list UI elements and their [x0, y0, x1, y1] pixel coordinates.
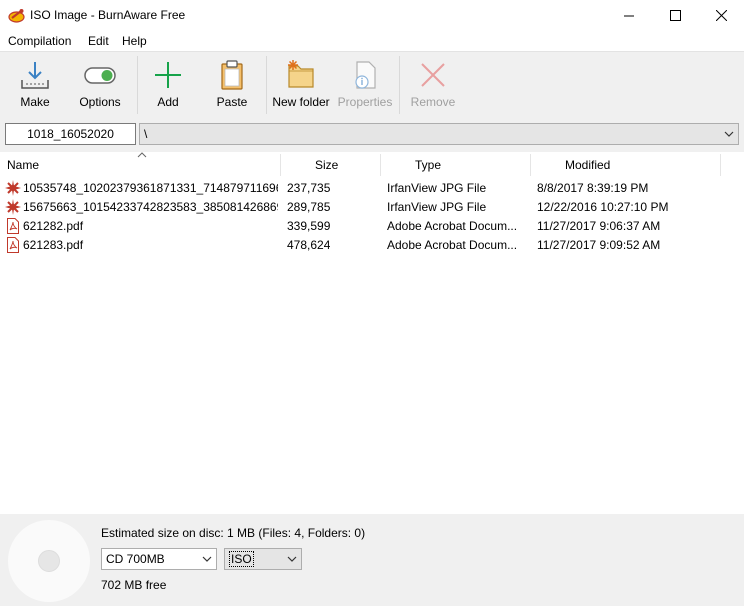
file-row[interactable]: 621282.pdf 339,599 Adobe Acrobat Docum..… [0, 216, 744, 235]
file-list[interactable]: Name Size Type Modified 10535748_1020237… [0, 152, 744, 514]
column-header-type[interactable]: Type [415, 158, 441, 172]
file-row[interactable]: 15675663_10154233742823583_3850814268694… [0, 197, 744, 216]
file-name: 621283.pdf [23, 238, 84, 252]
column-header-size[interactable]: Size [315, 158, 338, 172]
add-button[interactable]: Add [146, 52, 190, 118]
file-type: IrfanView JPG File [387, 181, 487, 195]
make-button[interactable]: Make [12, 52, 58, 118]
image-format-select[interactable]: ISO [224, 548, 302, 570]
remove-label: Remove [410, 95, 456, 109]
disc-icon [8, 520, 90, 602]
chevron-down-icon [202, 556, 212, 562]
file-row[interactable]: 10535748_10202379361871331_7148797116966… [0, 178, 744, 197]
file-name: 15675663_10154233742823583_3850814268694… [23, 200, 278, 214]
add-label: Add [157, 95, 179, 109]
file-modified: 8/8/2017 8:39:19 PM [537, 181, 649, 195]
column-header-modified[interactable]: Modified [565, 158, 610, 172]
paste-clipboard-icon [221, 60, 243, 90]
toolbar-separator [266, 56, 267, 114]
file-type: IrfanView JPG File [387, 200, 487, 214]
options-toggle-icon [84, 67, 116, 84]
pdf-file-icon [7, 218, 19, 234]
column-divider[interactable] [280, 154, 281, 176]
menu-edit[interactable]: Edit [88, 34, 109, 48]
maximize-button[interactable] [652, 0, 698, 31]
free-space-text: 702 MB free [101, 578, 167, 592]
menu-compilation[interactable]: Compilation [8, 34, 71, 48]
toolbar-separator [399, 56, 400, 114]
close-icon [715, 10, 727, 21]
properties-button[interactable]: Properties [336, 52, 394, 118]
file-size: 289,785 [287, 200, 331, 214]
remove-x-icon [421, 63, 445, 87]
file-modified: 11/27/2017 9:09:52 AM [537, 238, 661, 252]
path-combobox[interactable]: \ [139, 123, 739, 145]
list-header: Name Size Type Modified [0, 152, 744, 178]
jpg-file-icon [5, 199, 21, 215]
properties-icon [355, 61, 376, 89]
column-divider[interactable] [720, 154, 721, 176]
image-format-value: ISO [229, 551, 254, 567]
pdf-file-icon [7, 237, 19, 253]
title-bar: ISO Image - BurnAware Free [0, 0, 744, 31]
file-modified: 12/22/2016 10:27:10 PM [537, 200, 669, 214]
add-plus-icon [155, 62, 181, 88]
remove-button[interactable]: Remove [408, 52, 458, 118]
new-folder-icon [288, 60, 314, 88]
make-label: Make [20, 95, 50, 109]
jpg-file-icon [5, 180, 21, 196]
file-size: 339,599 [287, 219, 331, 233]
menu-bar: Compilation Edit Help [0, 31, 744, 51]
new-folder-button[interactable]: New folder [272, 52, 330, 118]
maximize-icon [669, 10, 681, 21]
address-bar: 1018_16052020 \ [0, 118, 744, 152]
window-title: ISO Image - BurnAware Free [30, 8, 186, 22]
toolbar: Make Options Add Paste New folder Proper… [0, 51, 744, 118]
path-value: \ [144, 127, 148, 141]
chevron-down-icon [724, 131, 734, 137]
toolbar-separator [137, 56, 138, 114]
options-label: Options [79, 95, 121, 109]
disc-type-select[interactable]: CD 700MB [101, 548, 217, 570]
estimated-size-text: Estimated size on disc: 1 MB (Files: 4, … [101, 526, 366, 540]
column-divider[interactable] [530, 154, 531, 176]
file-row[interactable]: 621283.pdf 478,624 Adobe Acrobat Docum..… [0, 235, 744, 254]
file-name: 10535748_10202379361871331_7148797116966… [23, 181, 278, 195]
status-panel: Estimated size on disc: 1 MB (Files: 4, … [0, 514, 744, 606]
paste-label: Paste [216, 95, 248, 109]
file-modified: 11/27/2017 9:06:37 AM [537, 219, 661, 233]
disc-label-field[interactable]: 1018_16052020 [5, 123, 136, 145]
new-folder-label: New folder [272, 95, 330, 109]
file-name: 621282.pdf [23, 219, 84, 233]
chevron-down-icon [287, 556, 297, 562]
minimize-button[interactable] [606, 0, 652, 31]
paste-button[interactable]: Paste [210, 52, 254, 118]
options-button[interactable]: Options [76, 52, 124, 118]
file-size: 237,735 [287, 181, 331, 195]
disc-type-value: CD 700MB [106, 552, 165, 566]
sort-ascending-icon [137, 152, 147, 158]
close-button[interactable] [698, 0, 744, 31]
file-type: Adobe Acrobat Docum... [387, 219, 518, 233]
properties-label: Properties [337, 95, 393, 109]
minimize-icon [624, 15, 634, 16]
file-size: 478,624 [287, 238, 331, 252]
make-burn-icon [21, 62, 49, 89]
column-divider[interactable] [380, 154, 381, 176]
burnaware-logo-icon [8, 9, 25, 23]
column-header-name[interactable]: Name [7, 158, 39, 172]
menu-help[interactable]: Help [122, 34, 147, 48]
file-type: Adobe Acrobat Docum... [387, 238, 518, 252]
